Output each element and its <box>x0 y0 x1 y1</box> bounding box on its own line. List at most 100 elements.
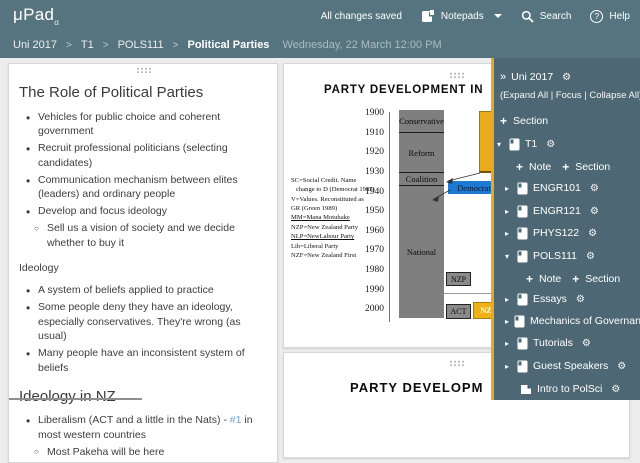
breadcrumb-separator-icon: > <box>66 39 72 51</box>
section-icon <box>517 250 528 263</box>
save-status: All changes saved <box>320 10 402 22</box>
bullet-item: Communication mechanism between elites (… <box>17 173 267 202</box>
breadcrumb-section-t1[interactable]: T1 <box>81 39 94 51</box>
add-section-button[interactable]: Section <box>513 115 548 127</box>
bullet-item: Liberalism (ACT and a little in the Nats… <box>17 413 267 442</box>
gear-icon[interactable]: ⚙ <box>590 183 599 194</box>
note-text-content: The Role of Political Parties Vehicles f… <box>9 64 277 462</box>
sidebar-section-pols111[interactable]: POLS111 <box>533 250 577 262</box>
bar-segment-conservative: Conservative <box>399 110 444 133</box>
sub-bullet-item: Sell us a vision of society and we decid… <box>17 221 267 250</box>
chevron-right-icon[interactable]: ▸ <box>505 362 512 371</box>
breadcrumb-separator-icon: > <box>102 39 109 51</box>
add-note-button[interactable]: Note <box>539 273 561 285</box>
bullet-item: Recruit professional politicians (select… <box>17 141 267 170</box>
notepad-explorer-sidebar: » Uni 2017 ⚙ (Expand All | Focus | Colla… <box>491 58 640 400</box>
breadcrumb-separator-icon: > <box>172 39 179 51</box>
gear-icon[interactable]: ⚙ <box>586 251 595 262</box>
add-note-button[interactable]: Note <box>529 161 551 173</box>
chevron-down-icon <box>493 14 502 18</box>
chevron-right-icon[interactable]: ▸ <box>505 207 512 216</box>
sidebar-section-essays[interactable]: Essays <box>533 293 567 305</box>
section-icon <box>517 182 528 195</box>
chevron-right-icon[interactable]: ▸ <box>505 339 512 348</box>
help-button[interactable]: ? Help <box>590 9 630 23</box>
add-section-button[interactable]: Section <box>575 161 610 173</box>
breadcrumb: Uni 2017 > T1 > POLS111 > Political Part… <box>0 32 640 58</box>
note-timestamp: Wednesday, 22 March 12:00 PM <box>282 39 442 51</box>
gear-icon[interactable]: ⚙ <box>590 206 599 217</box>
act-party-box: ACT <box>446 304 471 319</box>
section-icon <box>509 138 520 151</box>
search-button[interactable]: Search <box>521 10 572 23</box>
gear-icon[interactable]: ⚙ <box>611 384 620 395</box>
chevron-right-icon[interactable]: ▸ <box>505 317 509 326</box>
plus-icon[interactable]: + <box>516 160 523 174</box>
drag-handle-icon[interactable] <box>449 72 465 78</box>
bullet-item: Many people have an inconsistent system … <box>17 346 267 375</box>
help-label: Help <box>609 10 630 22</box>
add-section-button[interactable]: Section <box>585 273 620 285</box>
logo-version-sub: α <box>54 17 60 27</box>
bar-segment-national: National <box>406 247 437 257</box>
breadcrumb-current-note[interactable]: Political Parties <box>188 39 270 51</box>
sidebar-section-guest-speakers[interactable]: Guest Speakers <box>533 360 608 372</box>
notepad-root-label[interactable]: Uni 2017 <box>511 71 553 83</box>
conservative-reform-national-bar: Conservative Reform Coalition National <box>399 110 444 318</box>
plus-icon[interactable]: + <box>500 114 507 128</box>
section-icon <box>517 227 528 240</box>
section-icon <box>517 360 528 373</box>
gear-icon[interactable]: ⚙ <box>617 361 626 372</box>
sidebar-section-engr101[interactable]: ENGR101 <box>533 182 581 194</box>
chart-title: PARTY DEVELOPM <box>350 380 484 395</box>
plus-icon[interactable]: + <box>562 160 569 174</box>
search-icon <box>521 10 534 23</box>
plus-icon[interactable]: + <box>526 272 533 286</box>
chevron-right-icon[interactable]: ▸ <box>505 184 512 193</box>
sidebar-section-t1[interactable]: T1 <box>525 138 537 150</box>
drag-handle-icon[interactable] <box>449 360 465 366</box>
nzp-party-box: NZP <box>446 272 471 286</box>
notepads-menu[interactable]: Notepads <box>421 9 502 23</box>
note-subheading-ideology: Ideology <box>19 262 59 275</box>
gear-icon[interactable]: ⚙ <box>588 228 597 239</box>
collapse-sidebar-icon[interactable]: » <box>500 71 506 83</box>
note-heading-ideology-in-nz: Ideology in NZ <box>19 388 116 406</box>
gear-icon[interactable]: ⚙ <box>576 294 585 305</box>
drag-handle-icon[interactable] <box>136 67 152 73</box>
note-icon <box>520 383 532 395</box>
gear-icon[interactable]: ⚙ <box>582 338 591 349</box>
notepads-icon <box>421 9 435 23</box>
notepads-label: Notepads <box>440 10 484 22</box>
app-logo: μPadα <box>13 5 60 27</box>
chevron-right-icon[interactable]: ▸ <box>505 295 512 304</box>
gear-icon[interactable]: ⚙ <box>562 72 571 83</box>
bar-segment-coalition: Coalition <box>399 173 444 186</box>
bullet-item: Some people deny they have an ideology, … <box>17 300 267 343</box>
bar-segment-reform: Reform <box>399 133 444 173</box>
plus-icon[interactable]: + <box>572 272 579 286</box>
tree-actions[interactable]: (Expand All | Focus | Collapse All) <box>500 90 640 101</box>
party-abbreviation-legend: SC=Social Credit. Name change to D (Demo… <box>291 177 375 259</box>
chevron-right-icon[interactable]: ▸ <box>505 229 512 238</box>
sidebar-section-tutorials[interactable]: Tutorials <box>533 337 573 349</box>
sidebar-section-phys122[interactable]: PHYS122 <box>533 227 579 239</box>
section-icon <box>517 337 528 350</box>
bullet-item: Vehicles for public choice and coherent … <box>17 110 267 139</box>
gear-icon[interactable]: ⚙ <box>546 139 555 150</box>
chevron-down-icon[interactable]: ▾ <box>497 140 504 149</box>
section-icon <box>517 293 528 306</box>
note-text-element[interactable]: The Role of Political Parties Vehicles f… <box>8 63 278 463</box>
chevron-down-icon[interactable]: ▾ <box>505 252 512 261</box>
sub-bullet-item: Most Pakeha will be here <box>17 445 267 459</box>
bullet-item: Develop and focus ideology <box>17 204 267 221</box>
breadcrumb-section-pols111[interactable]: POLS111 <box>118 39 164 51</box>
sidebar-section-mechanics-of-governance[interactable]: Mechanics of Governance <box>530 315 640 327</box>
bullet-item: A system of beliefs applied to practice <box>17 283 267 300</box>
breadcrumb-notepad[interactable]: Uni 2017 <box>13 39 57 51</box>
timeline-axis-line <box>389 112 390 322</box>
search-label: Search <box>539 10 572 22</box>
hashtag-link[interactable]: #1 <box>230 414 242 426</box>
sidebar-section-engr121[interactable]: ENGR121 <box>533 205 581 217</box>
sidebar-note-intro-to-polsci[interactable]: Intro to PolSci <box>537 383 602 395</box>
